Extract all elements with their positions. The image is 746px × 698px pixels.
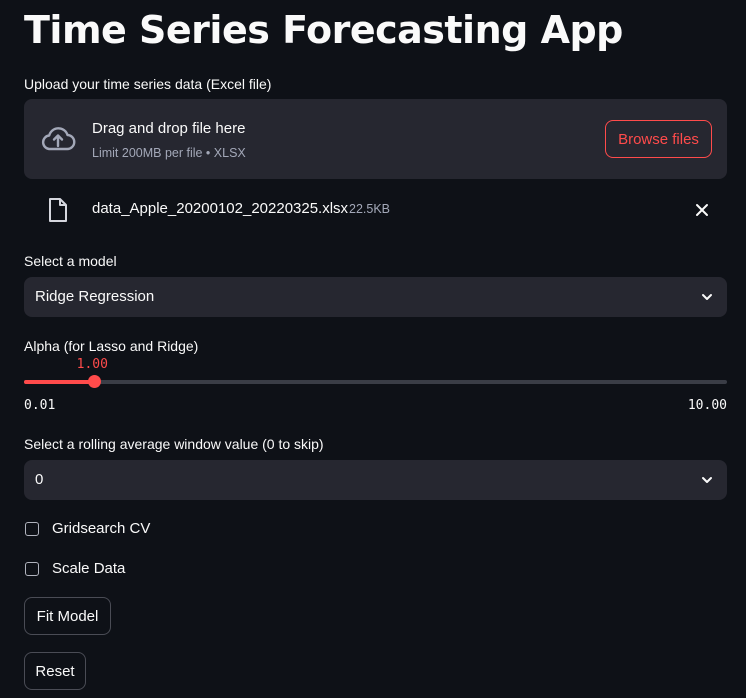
dropzone-title: Drag and drop file here	[92, 120, 246, 137]
app-page: Time Series Forecasting App Upload your …	[0, 0, 746, 698]
cloud-upload-icon	[41, 127, 76, 151]
alpha-slider-fill	[24, 380, 94, 384]
alpha-slider-max: 10.00	[687, 398, 727, 413]
file-icon	[49, 198, 67, 222]
reset-button[interactable]: Reset	[24, 652, 86, 690]
chevron-down-icon	[702, 477, 712, 483]
model-select-label: Select a model	[24, 253, 117, 269]
browse-files-button[interactable]: Browse files	[605, 120, 712, 158]
scale-data-label: Scale Data	[52, 560, 126, 577]
rolling-select-label: Select a rolling average window value (0…	[24, 436, 324, 452]
uploaded-file-name: data_Apple_20200102_20220325.xlsx	[92, 200, 349, 217]
uploaded-file-row: data_Apple_20200102_20220325.xlsx 22.5KB	[24, 194, 727, 226]
alpha-slider-track[interactable]	[24, 375, 727, 388]
rolling-select-value: 0	[35, 471, 44, 488]
model-select-value: Ridge Regression	[35, 288, 155, 305]
chevron-down-icon	[702, 294, 712, 300]
dropzone-subtitle: Limit 200MB per file • XLSX	[92, 146, 246, 160]
gridsearch-cv-label: Gridsearch CV	[52, 520, 151, 537]
file-dropzone[interactable]: Drag and drop file here Limit 200MB per …	[24, 99, 727, 179]
page-title: Time Series Forecasting App	[24, 8, 623, 52]
rolling-window-select[interactable]: 0	[24, 460, 727, 500]
checkbox-box[interactable]	[25, 562, 39, 576]
uploader-label: Upload your time series data (Excel file…	[24, 76, 272, 92]
alpha-slider-label: Alpha (for Lasso and Ridge)	[24, 338, 199, 354]
fit-model-button[interactable]: Fit Model	[24, 597, 111, 635]
close-icon[interactable]	[692, 200, 712, 220]
alpha-slider-thumb[interactable]	[87, 375, 101, 388]
alpha-slider-value: 1.00	[76, 357, 108, 372]
uploaded-file-size: 22.5KB	[349, 202, 391, 216]
checkbox-box[interactable]	[25, 522, 39, 536]
model-select[interactable]: Ridge Regression	[24, 277, 727, 317]
alpha-slider-min: 0.01	[24, 398, 56, 413]
